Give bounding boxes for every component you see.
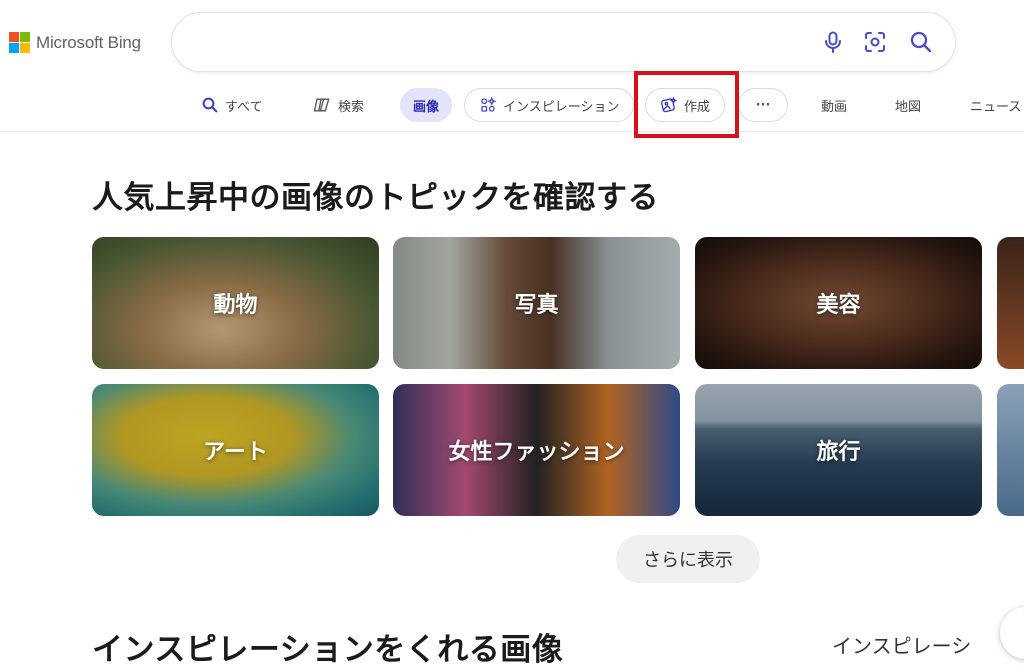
logo-text: Microsoft Bing bbox=[36, 32, 141, 52]
inspiration-link[interactable]: インスピレーシ bbox=[832, 630, 971, 659]
card-label: 旅行 bbox=[816, 440, 861, 465]
show-more-button[interactable]: さらに表示 bbox=[616, 535, 760, 583]
card-label: アート bbox=[203, 440, 268, 465]
header: Microsoft Bing すべて 検索 画像 インスピレーション 作成 ··… bbox=[0, 0, 1024, 132]
floating-action-button[interactable] bbox=[1000, 607, 1024, 659]
visual-search-icon[interactable] bbox=[863, 30, 887, 54]
tab-all[interactable]: すべて bbox=[201, 88, 263, 122]
tab-label: ニュース bbox=[970, 99, 1022, 115]
inspiration-title: インスピレーションをくれる画像 bbox=[92, 632, 564, 668]
search-box bbox=[172, 13, 955, 71]
card-label: 女性ファッション bbox=[448, 440, 625, 465]
tab-label: 地図 bbox=[895, 99, 922, 115]
search-input[interactable] bbox=[196, 27, 816, 57]
tab-videos[interactable]: 動画 bbox=[821, 88, 847, 122]
tab-label: 画像 bbox=[413, 99, 440, 115]
topic-card-photos[interactable]: 写真 bbox=[393, 237, 680, 369]
microphone-icon[interactable] bbox=[821, 30, 845, 54]
copilot-icon bbox=[313, 98, 330, 112]
highlight-annotation-box bbox=[634, 71, 739, 138]
tab-label: 動画 bbox=[821, 99, 848, 115]
tab-label: インスピレーション bbox=[503, 99, 620, 115]
tab-inspiration[interactable]: インスピレーション bbox=[464, 88, 635, 122]
more-tabs-button[interactable]: ··· bbox=[738, 88, 788, 122]
bing-logo[interactable]: Microsoft Bing bbox=[9, 32, 141, 53]
card-label: 写真 bbox=[514, 293, 559, 318]
tab-news[interactable]: ニュース bbox=[970, 88, 1021, 122]
search-icon bbox=[202, 97, 218, 113]
microsoft-logo-icon bbox=[9, 32, 30, 53]
tab-images[interactable]: 画像 bbox=[400, 88, 453, 122]
search-icon[interactable] bbox=[909, 30, 933, 54]
trending-title: 人気上昇中の画像のトピックを確認する bbox=[92, 180, 659, 216]
card-label: 美容 bbox=[816, 293, 861, 318]
card-label: 動物 bbox=[213, 293, 258, 318]
tab-copilot[interactable]: 検索 bbox=[312, 88, 364, 122]
tab-label: すべて bbox=[225, 99, 263, 115]
tab-maps[interactable]: 地図 bbox=[895, 88, 921, 122]
topic-card-womens-fashion[interactable]: 女性ファッション bbox=[393, 384, 680, 516]
more-icon: ··· bbox=[755, 97, 771, 113]
scope-tabs: すべて 検索 画像 インスピレーション 作成 ··· 動画 地図 ニュース bbox=[0, 88, 1024, 122]
topic-card-travel[interactable]: 旅行 bbox=[695, 384, 982, 516]
topic-card-animals[interactable]: 動物 bbox=[92, 237, 379, 369]
topic-card-beauty[interactable]: 美容 bbox=[695, 237, 982, 369]
tab-label: 検索 bbox=[338, 99, 365, 115]
topic-card-partial[interactable] bbox=[997, 384, 1024, 516]
topic-card-partial[interactable] bbox=[997, 237, 1024, 369]
topic-card-art[interactable]: アート bbox=[92, 384, 379, 516]
inspiration-icon bbox=[481, 96, 497, 112]
